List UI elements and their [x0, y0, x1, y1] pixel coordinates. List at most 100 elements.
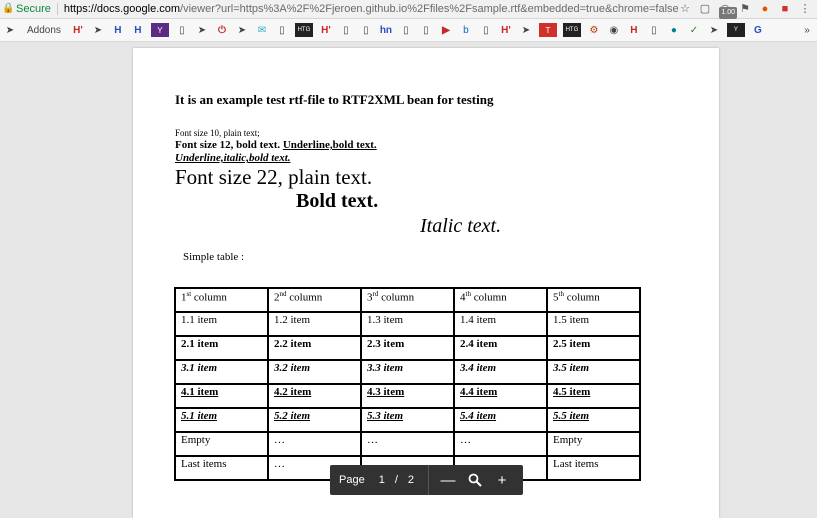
bookmark-power-icon[interactable]: ⏻ [215, 23, 229, 37]
bookmark-envelope-icon[interactable]: ✉ [255, 23, 269, 37]
document-title: It is an example test rtf-file to RTF2XM… [175, 92, 494, 107]
table-cell: 5.4 item [453, 407, 548, 433]
bookmark-h-icon[interactable]: H' [499, 23, 513, 37]
bookmark-h-icon[interactable]: H [131, 23, 145, 37]
table-cell: 5.2 item [267, 407, 362, 433]
extension-badge-count: 1.00 [719, 7, 737, 19]
url-field[interactable]: https://docs.google.com/viewer?url=https… [64, 3, 679, 15]
bookmark-h-icon[interactable]: H' [71, 23, 85, 37]
table-cell: Empty [546, 431, 641, 457]
current-page-input[interactable]: 1 [379, 474, 385, 486]
bookmark-circle-icon[interactable]: ◉ [607, 23, 621, 37]
text-italic-large: Italic text. [420, 215, 502, 237]
bookmark-h-icon[interactable]: H [627, 23, 641, 37]
url-host: https://docs.google.com [63, 3, 181, 15]
bookmark-hn-icon[interactable]: hn [379, 23, 393, 37]
bookmark-page-icon[interactable]: ▯ [479, 23, 493, 37]
secure-label[interactable]: Secure [16, 3, 51, 15]
table-row: 4.1 item 4.2 item 4.3 item 4.4 item 4.5 … [174, 383, 641, 409]
star-icon[interactable]: ☆ [679, 3, 691, 15]
url-path: /viewer?url=https%3A%2F%2Fjeroen.github.… [180, 3, 679, 15]
document-page: It is an example test rtf-file to RTF2XM… [133, 48, 719, 518]
table-row: 2.1 item 2.2 item 2.3 item 2.4 item 2.5 … [174, 335, 641, 361]
bookmark-gear-icon[interactable]: ⚙ [587, 23, 601, 37]
document-icon[interactable]: ▢ [699, 3, 711, 15]
zoom-icon[interactable] [464, 469, 486, 491]
bookmark-bird-icon[interactable]: ➤ [707, 23, 721, 37]
document-viewer[interactable]: It is an example test rtf-file to RTF2XM… [0, 42, 817, 518]
extension-badge-icon[interactable]: ◎1.00 [719, 3, 737, 19]
bookmark-g-icon[interactable]: G [751, 23, 765, 37]
flag-icon[interactable]: ⚑ [739, 3, 751, 15]
table-header-cell: 5th column [546, 287, 641, 313]
bookmark-htg-icon[interactable]: HTG [562, 23, 581, 37]
table-cell: 5.3 item [360, 407, 455, 433]
bookmark-page-icon[interactable]: ▯ [275, 23, 289, 37]
bookmarks-bar: ➤ Addons H' ➤ H H Y ▯ ➤ ⏻ ➤ ✉ ▯ HTG H' ▯… [0, 19, 817, 42]
lock-icon[interactable]: 🔒 [2, 3, 14, 15]
text-underline-bold: Underline,bold text. [282, 139, 377, 151]
bookmark-bird-icon[interactable]: ➤ [91, 23, 105, 37]
table-cell: 3.1 item [174, 359, 269, 385]
table-header-cell: 4th column [453, 287, 548, 313]
bookmark-page-icon[interactable]: ▯ [359, 23, 373, 37]
bookmark-addons[interactable]: Addons [23, 23, 65, 37]
table-cell: 1.4 item [453, 311, 548, 337]
bookmark-bird-icon[interactable]: ➤ [235, 23, 249, 37]
zoom-out-button[interactable]: — [437, 469, 459, 491]
bookmark-h-icon[interactable]: H' [319, 23, 333, 37]
bookmark-y-icon[interactable]: Y [726, 23, 745, 37]
zoom-in-button[interactable]: + [491, 469, 513, 491]
bookmark-bird-icon[interactable]: ➤ [3, 23, 17, 37]
bookmarks-overflow-icon[interactable]: » [800, 23, 814, 37]
bookmark-bird-icon[interactable]: ➤ [195, 23, 209, 37]
table-cell: 2.5 item [546, 335, 641, 361]
table-row: 5.1 item 5.2 item 5.3 item 5.4 item 5.5 … [174, 407, 641, 433]
bookmark-t-icon[interactable]: T [538, 23, 557, 37]
page-toolbar: Page 1 / 2 — + [330, 465, 523, 495]
table-cell: 1.2 item [267, 311, 362, 337]
shield-icon[interactable]: ● [759, 3, 771, 15]
table-header-cell: 3rd column [360, 287, 455, 313]
address-bar: 🔒 Secure https://docs.google.com/viewer?… [0, 0, 817, 19]
table-cell: Last items [546, 455, 641, 481]
bookmark-page-icon[interactable]: ▯ [339, 23, 353, 37]
text-font-size-10: Font size 10, plain text; [175, 128, 260, 138]
text-underline-italic-bold: Underline,italic,bold text. [175, 152, 291, 164]
bookmark-htg-icon[interactable]: HTG [294, 23, 313, 37]
pocket-icon[interactable]: ■ [779, 3, 791, 15]
bookmark-page-icon[interactable]: ▯ [419, 23, 433, 37]
text-font-size-22: Font size 22, plain text. [175, 165, 373, 189]
table-cell: 2.3 item [360, 335, 455, 361]
menu-icon[interactable]: ⋮ [799, 3, 811, 15]
table-cell: 5.5 item [546, 407, 641, 433]
table-cell: Last items [174, 455, 269, 481]
table-row: 1.1 item 1.2 item 1.3 item 1.4 item 1.5 … [174, 311, 641, 337]
table-header-cell: 2nd column [267, 287, 362, 313]
bookmark-h-icon[interactable]: H [111, 23, 125, 37]
toolbar-icons: ☆ ▢ ◎1.00 ⚑ ● ■ ⋮ [679, 3, 811, 19]
table-cell: 5.1 item [174, 407, 269, 433]
bookmark-youtube-icon[interactable]: ▶ [439, 23, 453, 37]
table-cell: 2.2 item [267, 335, 362, 361]
bookmark-check-icon[interactable]: ✓ [687, 23, 701, 37]
table-cell: 4.4 item [453, 383, 548, 409]
table-cell: 4.2 item [267, 383, 362, 409]
table-cell: 3.3 item [360, 359, 455, 385]
bookmark-bird-icon[interactable]: ➤ [519, 23, 533, 37]
table-cell: 3.5 item [546, 359, 641, 385]
bookmark-page-icon[interactable]: ▯ [647, 23, 661, 37]
simple-table-label: Simple table : [183, 251, 245, 263]
bookmark-page-icon[interactable]: ▯ [175, 23, 189, 37]
bookmark-globe-icon[interactable]: ● [667, 23, 681, 37]
magnifier-icon [468, 473, 482, 487]
total-pages: 2 [407, 474, 415, 486]
table-cell: 3.4 item [453, 359, 548, 385]
table-cell: … [360, 431, 455, 457]
page-separator: / [394, 474, 398, 486]
bookmark-yahoo-icon[interactable]: Y [150, 23, 169, 37]
table-cell: 2.1 item [174, 335, 269, 361]
bookmark-page-icon[interactable]: ▯ [399, 23, 413, 37]
bookmark-bing-icon[interactable]: b [459, 23, 473, 37]
table-header-row: 1st column 2nd column 3rd column 4th col… [174, 287, 641, 313]
